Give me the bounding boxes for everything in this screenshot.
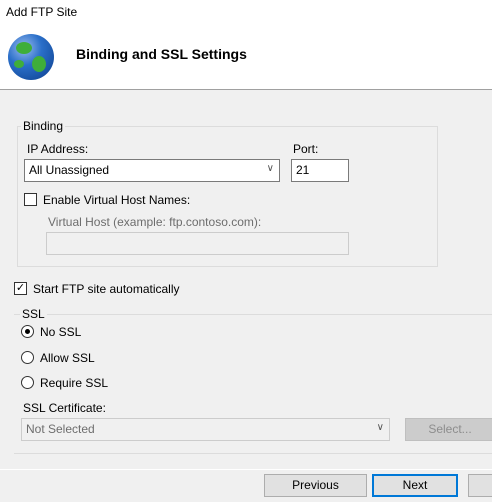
ip-address-label: IP Address: [27, 142, 89, 156]
ssl-certificate-value: Not Selected [26, 422, 95, 436]
port-input[interactable]: 21 [291, 159, 349, 182]
globe-icon [8, 34, 54, 80]
ip-address-value: All Unassigned [29, 163, 110, 177]
ssl-certificate-select[interactable]: Not Selected ∨ [21, 418, 390, 441]
port-label: Port: [293, 142, 319, 156]
footer-divider [0, 469, 492, 470]
ip-address-select[interactable]: All Unassigned ∨ [24, 159, 280, 182]
allow-ssl-label: Allow SSL [40, 351, 95, 365]
window-title: Add FTP Site [6, 5, 78, 19]
select-certificate-button[interactable]: Select... [405, 418, 492, 441]
ssl-group-label: SSL [20, 307, 47, 321]
start-ftp-auto-checkbox[interactable]: ✓ [14, 282, 27, 295]
chevron-down-icon: ∨ [266, 163, 274, 174]
divider [14, 453, 492, 454]
require-ssl-label: Require SSL [40, 376, 109, 390]
radio-require-ssl[interactable] [21, 376, 34, 389]
page-title: Binding and SSL Settings [76, 46, 247, 62]
header: Add FTP Site Binding and SSL Settings [0, 0, 492, 90]
no-ssl-label: No SSL [40, 325, 82, 339]
binding-group-label: Binding [21, 119, 66, 133]
radio-allow-ssl[interactable] [21, 351, 34, 364]
ssl-certificate-label: SSL Certificate: [23, 401, 106, 415]
finish-button[interactable] [468, 474, 492, 497]
previous-button[interactable]: Previous [264, 474, 367, 497]
next-button[interactable]: Next [372, 474, 458, 497]
start-ftp-auto-label: Start FTP site automatically [33, 282, 180, 296]
enable-virtual-host-checkbox[interactable] [24, 193, 37, 206]
enable-virtual-host-label: Enable Virtual Host Names: [43, 193, 191, 207]
radio-no-ssl[interactable] [21, 325, 34, 338]
chevron-down-icon: ∨ [376, 422, 384, 433]
ssl-group-line [14, 314, 492, 315]
virtual-host-label: Virtual Host (example: ftp.contoso.com): [48, 215, 262, 229]
virtual-host-input[interactable] [46, 232, 349, 255]
